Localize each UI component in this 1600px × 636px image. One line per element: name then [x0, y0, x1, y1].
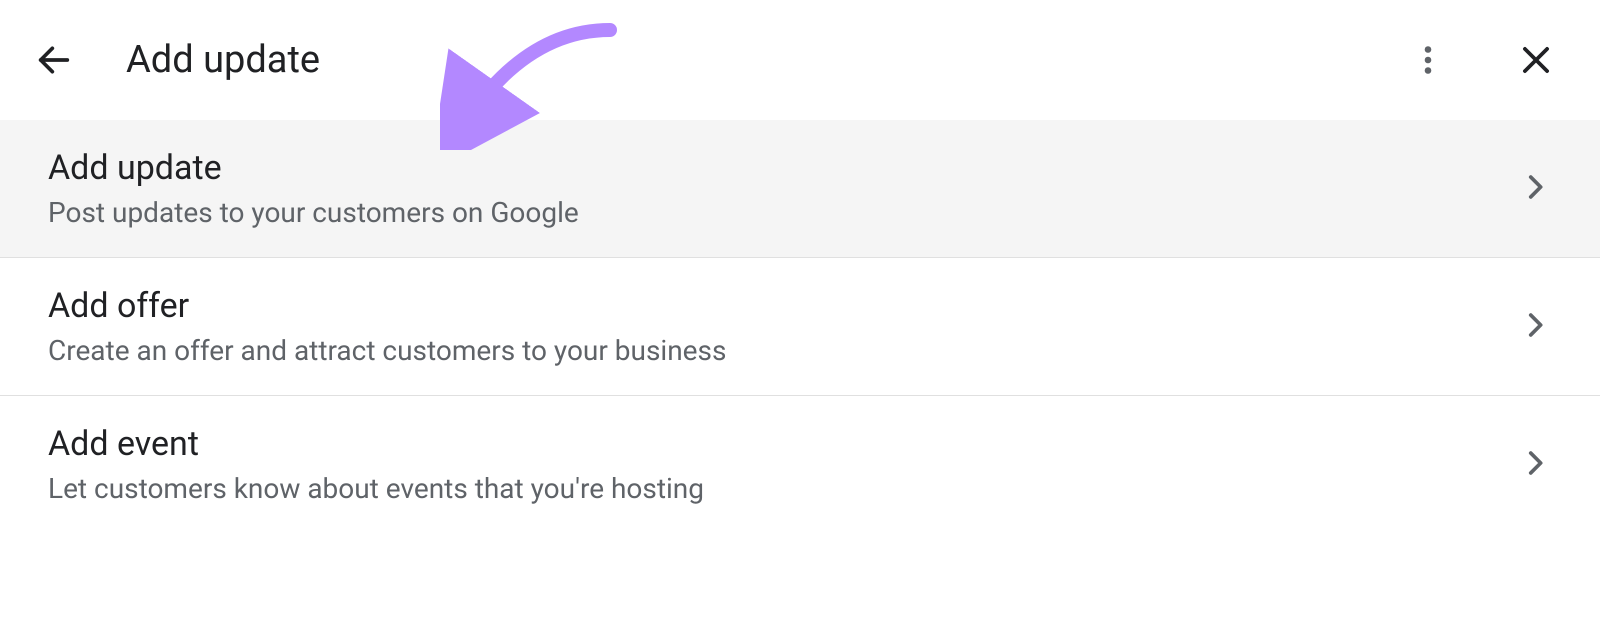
header-right: [1404, 36, 1560, 84]
close-icon: [1517, 41, 1555, 79]
list-item-title: Add event: [48, 424, 1518, 464]
list-item-text: Add event Let customers know about event…: [48, 424, 1518, 505]
list-item-text: Add update Post updates to your customer…: [48, 148, 1518, 229]
list-item-description: Let customers know about events that you…: [48, 472, 1518, 505]
list-item-add-update[interactable]: Add update Post updates to your customer…: [0, 120, 1600, 258]
arrow-left-icon: [34, 40, 74, 80]
chevron-right-icon: [1518, 446, 1552, 484]
header: Add update: [0, 0, 1600, 120]
list-item-description: Post updates to your customers on Google: [48, 196, 1518, 229]
more-vertical-icon: [1410, 42, 1446, 78]
back-button[interactable]: [30, 36, 78, 84]
chevron-right-icon: [1518, 170, 1552, 208]
more-options-button[interactable]: [1404, 36, 1452, 84]
chevron-right-icon: [1518, 308, 1552, 346]
list-item-text: Add offer Create an offer and attract cu…: [48, 286, 1518, 367]
header-left: Add update: [30, 36, 320, 84]
options-list: Add update Post updates to your customer…: [0, 120, 1600, 533]
close-button[interactable]: [1512, 36, 1560, 84]
list-item-description: Create an offer and attract customers to…: [48, 334, 1518, 367]
list-item-add-offer[interactable]: Add offer Create an offer and attract cu…: [0, 258, 1600, 396]
list-item-add-event[interactable]: Add event Let customers know about event…: [0, 396, 1600, 533]
list-item-title: Add update: [48, 148, 1518, 188]
list-item-title: Add offer: [48, 286, 1518, 326]
page-title: Add update: [126, 38, 320, 82]
